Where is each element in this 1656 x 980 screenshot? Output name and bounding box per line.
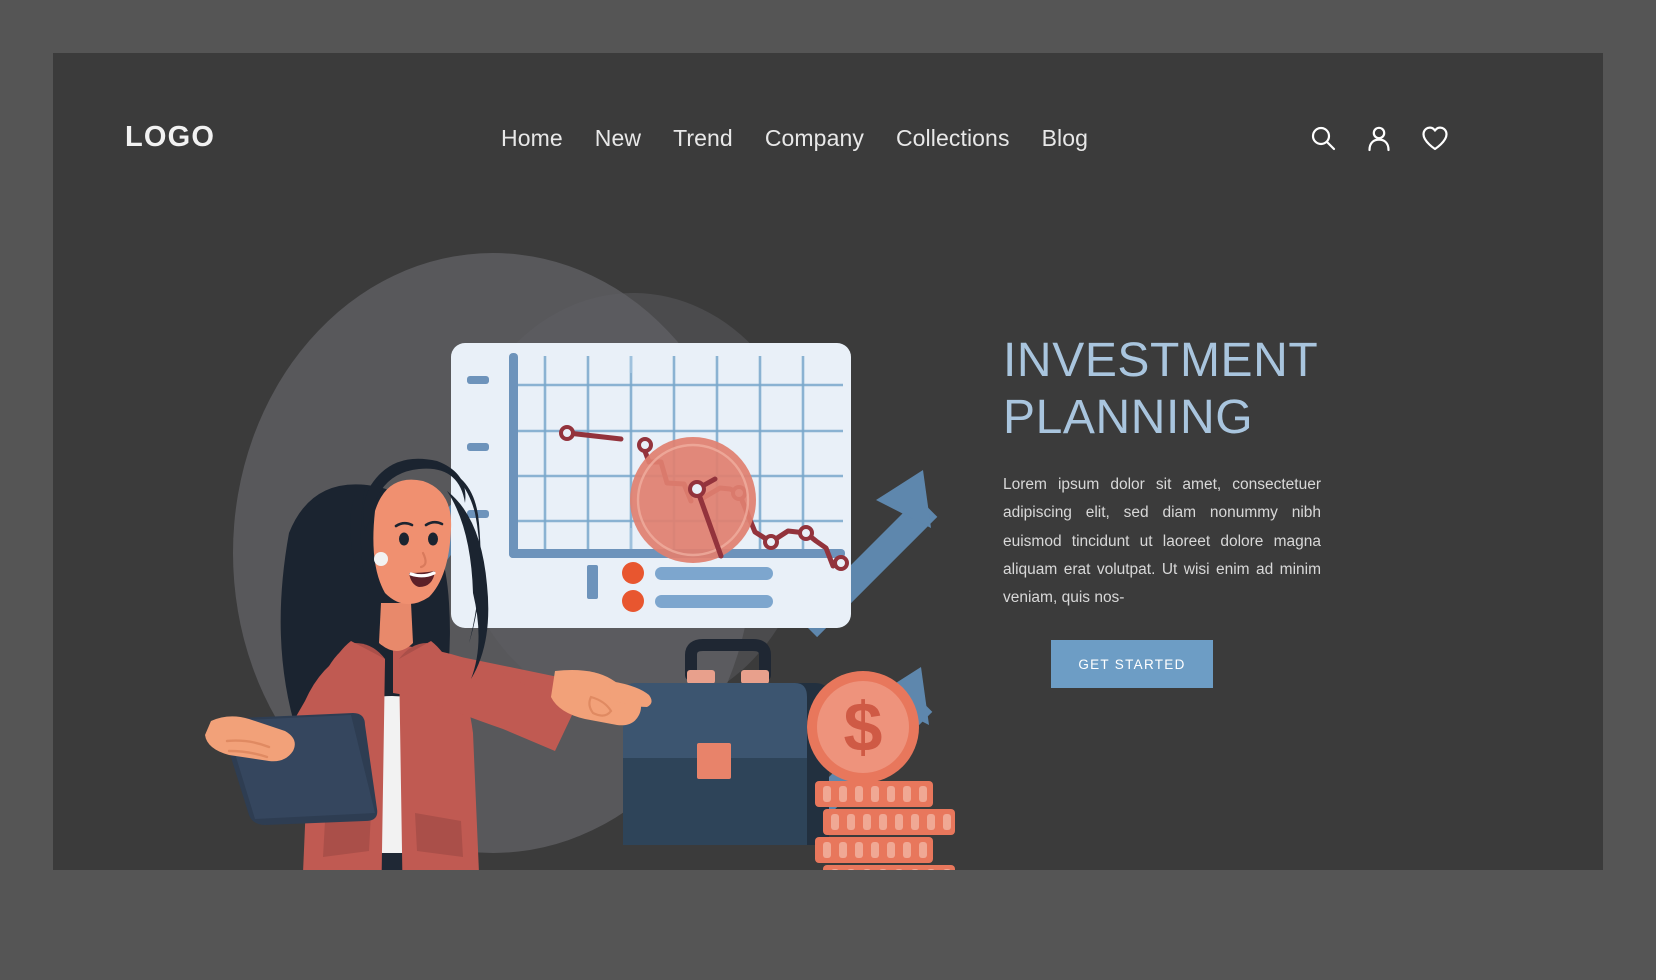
coin-rows — [815, 781, 955, 870]
chart-panel — [451, 343, 851, 628]
heart-icon[interactable] — [1420, 123, 1450, 153]
magnifier-highlight[interactable] — [630, 437, 756, 563]
main-navigation: Home New Trend Company Collections Blog — [501, 125, 1088, 152]
page-title: INVESTMENT PLANNING — [1003, 333, 1333, 446]
hero-illustration: $ — [93, 173, 993, 870]
site-header: LOGO Home New Trend Company Collections … — [53, 53, 1603, 193]
page-title-line-1: INVESTMENT — [1003, 334, 1319, 387]
nav-item-company[interactable]: Company — [765, 125, 864, 152]
nav-item-collections[interactable]: Collections — [896, 125, 1010, 152]
nav-item-home[interactable]: Home — [501, 125, 563, 152]
user-icon[interactable] — [1364, 123, 1394, 153]
hero-text-block: INVESTMENT PLANNING Lorem ipsum dolor si… — [1003, 333, 1333, 689]
page-frame: LOGO Home New Trend Company Collections … — [53, 53, 1603, 870]
page-title-line-2: PLANNING — [1003, 390, 1254, 444]
header-icon-group — [1308, 123, 1450, 153]
nav-item-new[interactable]: New — [595, 125, 641, 152]
get-started-button[interactable]: GET STARTED — [1051, 640, 1213, 689]
investment-illustration-svg: $ — [205, 253, 955, 870]
search-icon[interactable] — [1308, 123, 1338, 153]
logo[interactable]: LOGO — [125, 121, 215, 154]
nav-item-trend[interactable]: Trend — [673, 125, 733, 152]
nav-item-blog[interactable]: Blog — [1042, 125, 1088, 152]
hero-description: Lorem ipsum dolor sit amet, consectetuer… — [1003, 476, 1321, 607]
dollar-symbol: $ — [844, 688, 883, 766]
coin-stack: $ — [807, 671, 955, 870]
